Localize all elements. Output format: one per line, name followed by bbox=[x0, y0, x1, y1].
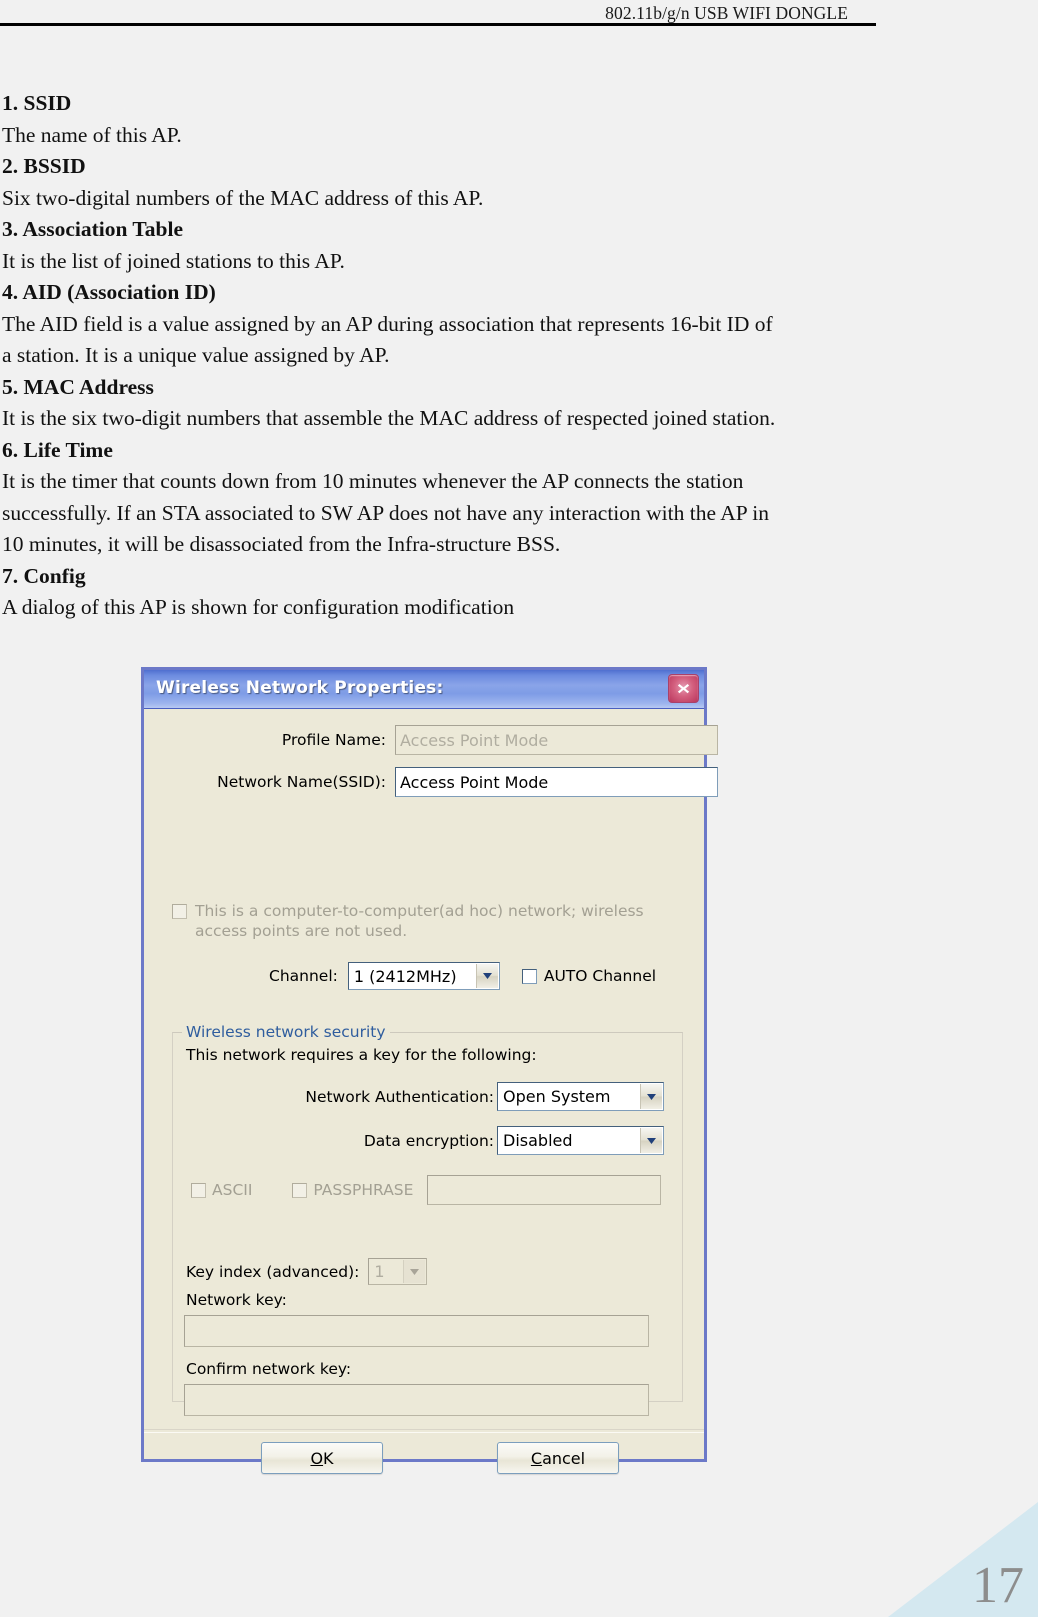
passphrase-label: PASSPHRASE bbox=[313, 1181, 414, 1199]
key-format-row: ASCII PASSPHRASE bbox=[191, 1175, 662, 1205]
data-encryption-select[interactable]: Disabled bbox=[497, 1126, 664, 1155]
chevron-down-icon[interactable] bbox=[475, 964, 498, 988]
body-paragraph-line: A dialog of this AP is shown for configu… bbox=[2, 595, 515, 619]
auto-channel-checkbox[interactable] bbox=[521, 968, 537, 984]
network-auth-row: Network Authentication: Open System bbox=[289, 1082, 664, 1111]
confirm-network-key-label: Confirm network key: bbox=[186, 1360, 352, 1378]
section-heading: 7. Config bbox=[2, 563, 86, 588]
ascii-checkbox bbox=[191, 1182, 206, 1198]
page-number: 17 bbox=[972, 1557, 1024, 1614]
data-encryption-value: Disabled bbox=[503, 1131, 573, 1150]
section-heading: 4. AID (Association ID) bbox=[2, 280, 216, 304]
channel-label: Channel: bbox=[269, 967, 338, 985]
security-note: This network requires a key for the foll… bbox=[186, 1046, 537, 1064]
key-index-label: Key index (advanced): bbox=[186, 1262, 360, 1281]
chevron-down-icon[interactable] bbox=[640, 1084, 662, 1109]
body-paragraph-line: a station. It is a unique value assigned… bbox=[2, 343, 390, 367]
network-auth-select[interactable]: Open System bbox=[497, 1082, 664, 1111]
key-index-row: Key index (advanced): 1 bbox=[186, 1258, 428, 1285]
network-name-label: Network Name(SSID): bbox=[217, 773, 386, 791]
adhoc-row: This is a computer-to-computer(ad hoc) n… bbox=[172, 901, 644, 941]
body-paragraph-line: Six two-digital numbers of the MAC addre… bbox=[2, 185, 484, 210]
cancel-rest: ancel bbox=[542, 1448, 586, 1468]
dialog-body: Profile Name: Access Point Mode Network … bbox=[144, 709, 718, 1474]
channel-select[interactable]: 1 (2412MHz) bbox=[347, 962, 500, 990]
body-paragraph-line: 10 minutes, it will be disassociated fro… bbox=[2, 532, 561, 556]
ok-mnemonic: O bbox=[310, 1448, 324, 1468]
ok-button[interactable]: OK bbox=[261, 1442, 383, 1474]
profile-name-input: Access Point Mode bbox=[395, 725, 718, 755]
passphrase-input bbox=[427, 1175, 662, 1205]
network-key-input bbox=[184, 1315, 649, 1347]
profile-name-label: Profile Name: bbox=[281, 731, 386, 749]
body-paragraph-line: It is the timer that counts down from 10… bbox=[2, 469, 744, 493]
network-auth-label: Network Authentication: bbox=[305, 1087, 494, 1106]
adhoc-label-group: This is a computer-to-computer(ad hoc) n… bbox=[195, 901, 644, 941]
ascii-label: ASCII bbox=[212, 1181, 253, 1199]
dialog-titlebar[interactable]: Wireless Network Properties: bbox=[144, 670, 704, 709]
network-auth-value: Open System bbox=[503, 1087, 611, 1106]
network-name-input[interactable]: Access Point Mode bbox=[395, 767, 718, 797]
section-heading: 1. SSID bbox=[2, 91, 72, 115]
data-encryption-label: Data encryption: bbox=[363, 1131, 494, 1150]
section-heading: 2. BSSID bbox=[2, 154, 86, 178]
wireless-security-legend: Wireless network security bbox=[182, 1023, 390, 1041]
key-index-value: 1 bbox=[374, 1262, 385, 1281]
adhoc-checkbox bbox=[172, 904, 187, 919]
ok-button-label: OK bbox=[310, 1449, 333, 1468]
body-paragraph-line: The AID field is a value assigned by an … bbox=[2, 311, 773, 336]
chevron-down-icon[interactable] bbox=[640, 1128, 662, 1153]
adhoc-label-line1: This is a computer-to-computer(ad hoc) n… bbox=[195, 902, 644, 920]
close-icon[interactable] bbox=[668, 674, 699, 703]
body-paragraph-line: The name of this AP. bbox=[2, 122, 182, 147]
network-name-row: Network Name(SSID): Access Point Mode bbox=[199, 767, 718, 797]
profile-name-row: Profile Name: Access Point Mode bbox=[239, 725, 718, 755]
header-title: 802.11b/g/n USB WIFI DONGLE bbox=[605, 3, 848, 23]
body-paragraph-line: successfully. If an STA associated to SW… bbox=[2, 500, 769, 525]
header-rule bbox=[0, 23, 876, 26]
cancel-button-label: Cancel bbox=[531, 1449, 585, 1468]
footer-separator bbox=[144, 1429, 704, 1433]
cancel-button[interactable]: Cancel bbox=[497, 1442, 619, 1474]
section-heading: 3. Association Table bbox=[2, 217, 184, 241]
section-heading: 5. MAC Address bbox=[2, 374, 154, 399]
section-heading: 6. Life Time bbox=[2, 437, 113, 462]
chevron-down-icon bbox=[403, 1260, 426, 1283]
data-encryption-row: Data encryption: Disabled bbox=[289, 1126, 664, 1155]
channel-value: 1 (2412MHz) bbox=[353, 966, 457, 986]
adhoc-label-line2: access points are not used. bbox=[195, 922, 408, 940]
wireless-network-properties-dialog: Wireless Network Properties: Profile Nam… bbox=[141, 667, 718, 1474]
ok-rest: K bbox=[323, 1448, 334, 1468]
auto-channel-label: AUTO Channel bbox=[543, 967, 657, 985]
key-index-select: 1 bbox=[368, 1258, 428, 1285]
page-header: 802.11b/g/n USB WIFI DONGLE bbox=[0, 0, 1038, 30]
confirm-network-key-input bbox=[184, 1384, 649, 1416]
dialog-title: Wireless Network Properties: bbox=[156, 678, 444, 698]
document-body: 1. SSID The name of this AP. 2. BSSID Six t… bbox=[2, 88, 902, 624]
passphrase-checkbox bbox=[292, 1182, 308, 1198]
network-key-label: Network key: bbox=[186, 1291, 287, 1309]
channel-row: Channel: 1 (2412MHz) AUTO Channel bbox=[269, 962, 656, 990]
body-paragraph-line: It is the six two-digit numbers that ass… bbox=[2, 406, 776, 430]
body-paragraph-line: It is the list of joined stations to thi… bbox=[2, 248, 345, 273]
cancel-mnemonic: C bbox=[530, 1448, 543, 1468]
